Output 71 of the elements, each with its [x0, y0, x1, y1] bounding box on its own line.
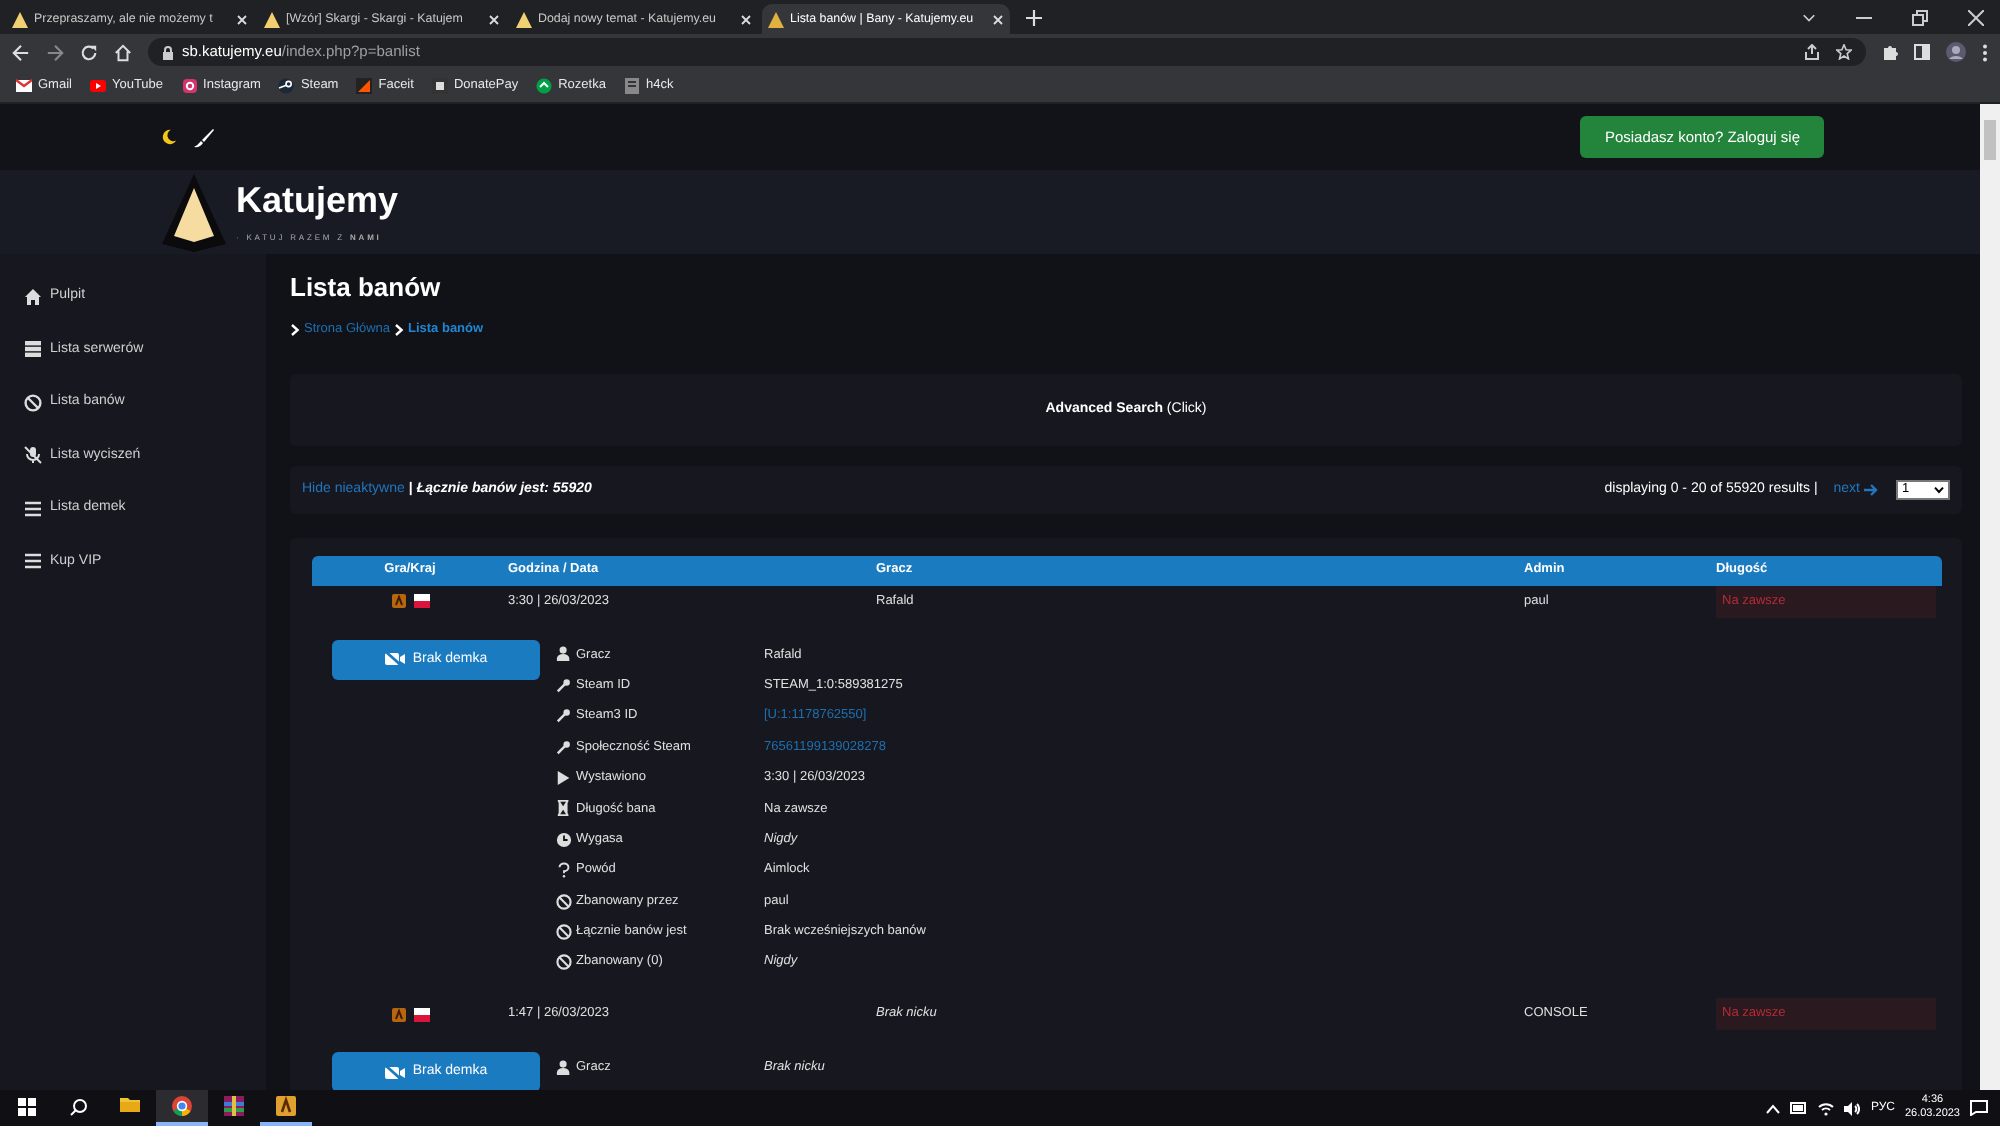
site-icon [356, 78, 373, 94]
list-icon [24, 552, 42, 571]
video-slash-icon [384, 650, 407, 669]
ban-icon [556, 954, 572, 971]
arrow-right-icon [1864, 483, 1878, 496]
list-icon [24, 499, 42, 518]
speaker-icon[interactable] [1844, 1101, 1861, 1115]
page-title: Lista banów [290, 274, 443, 302]
close-icon[interactable] [1968, 9, 1984, 25]
close-icon[interactable] [488, 13, 500, 25]
chevron-up-icon[interactable] [1766, 1103, 1781, 1113]
flag-icon [413, 594, 429, 609]
question-icon [556, 862, 572, 879]
game-icon [391, 594, 405, 609]
wifi-icon[interactable] [1818, 1101, 1835, 1115]
hooded-figure-icon [160, 172, 228, 252]
folder-icon [120, 1096, 140, 1116]
avatar-icon[interactable] [1946, 42, 1966, 62]
clock-icon [556, 831, 572, 848]
home-icon[interactable] [114, 43, 132, 61]
taskbar-app[interactable] [156, 1090, 208, 1126]
restore-icon[interactable] [1912, 9, 1928, 25]
user-icon [556, 1059, 572, 1076]
search-icon[interactable] [69, 1097, 87, 1115]
scrollbar[interactable] [1980, 104, 2000, 1090]
ban-icon [556, 923, 572, 940]
camera-icon [181, 78, 198, 94]
logo-text: Katujemy [236, 181, 399, 217]
mail-icon [16, 78, 32, 94]
site-icon [431, 78, 448, 94]
chevron-right-icon [290, 323, 300, 336]
caret-icon [1934, 485, 1944, 494]
star-icon[interactable] [1836, 44, 1852, 60]
play-icon [556, 770, 572, 786]
menu-icon[interactable] [1982, 43, 1988, 61]
site-icon [278, 78, 295, 94]
flag-icon [413, 1007, 429, 1022]
close-icon[interactable] [992, 13, 1004, 25]
side-panel-icon[interactable] [1914, 44, 1930, 60]
server-icon [24, 340, 42, 359]
ban-icon [24, 393, 42, 412]
forward-arrow-icon[interactable] [46, 43, 64, 61]
back-arrow-icon[interactable] [12, 43, 30, 61]
play-icon [89, 78, 106, 94]
close-icon[interactable] [740, 13, 752, 25]
share-icon[interactable] [1804, 44, 1820, 60]
user-icon [556, 646, 572, 663]
lock-icon [162, 45, 174, 59]
hourglass-icon [556, 800, 572, 817]
game-icon [276, 1096, 296, 1116]
site-icon [623, 78, 640, 94]
puzzle-icon[interactable] [1882, 44, 1898, 60]
moon-icon[interactable] [160, 128, 178, 146]
windows-start-icon[interactable] [17, 1097, 35, 1115]
ban-icon [556, 893, 572, 910]
video-slash-icon [384, 1063, 407, 1082]
reload-icon[interactable] [80, 43, 98, 61]
archive-icon [224, 1096, 244, 1116]
close-icon[interactable] [236, 13, 248, 25]
home-icon [24, 287, 42, 306]
taskbar-app[interactable] [260, 1090, 312, 1126]
browser-icon [172, 1096, 192, 1116]
brush-icon[interactable] [194, 127, 214, 147]
chevron-down-icon[interactable] [1802, 10, 1816, 24]
microphone-slash-icon [24, 446, 42, 465]
notification-icon[interactable] [1970, 1100, 1988, 1116]
site-icon [536, 78, 553, 94]
battery-icon[interactable] [1790, 1102, 1809, 1114]
new-tab-icon[interactable] [1026, 10, 1042, 26]
chevron-right-icon [394, 323, 404, 336]
game-icon [391, 1007, 405, 1022]
